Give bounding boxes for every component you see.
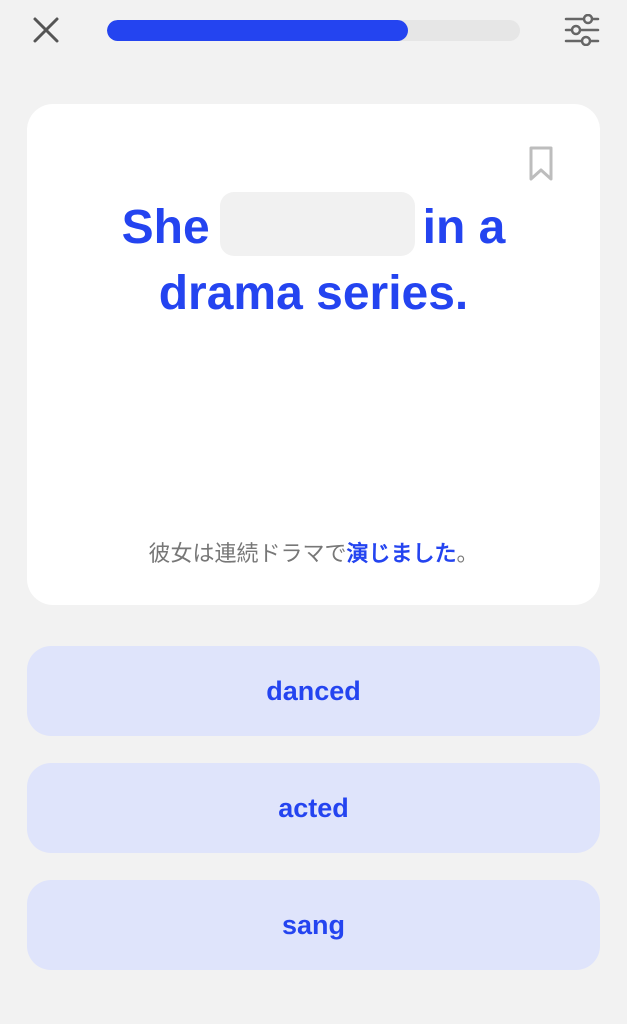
sentence: She in a drama series. <box>27 192 600 326</box>
answer-blank <box>219 192 415 257</box>
sliders-icon <box>564 14 600 46</box>
progress-fill <box>107 20 409 41</box>
sentence-start: She <box>121 201 210 254</box>
progress-bar <box>107 20 520 41</box>
option-label: acted <box>278 792 349 823</box>
translation-suffix: 。 <box>456 542 479 567</box>
close-button[interactable] <box>26 10 66 50</box>
option-label: danced <box>266 675 361 706</box>
sentence-end: drama series. <box>158 267 469 321</box>
translation-highlight: 演じました <box>346 542 457 567</box>
bookmark-outline-icon <box>529 146 553 181</box>
translation-prefix: 彼女は連続ドラマで <box>148 542 347 567</box>
question-card: She in a drama series. 彼女は連続ドラマで演じました。 <box>27 104 600 605</box>
close-x-icon <box>33 17 59 43</box>
sentence-middle: in a <box>422 201 506 254</box>
quiz-screen: She in a drama series. 彼女は連続ドラマで演じました。 da… <box>0 0 627 1024</box>
bookmark-button[interactable] <box>526 146 556 186</box>
option-sang-button[interactable]: sang <box>27 880 600 970</box>
translation: 彼女は連続ドラマで演じました。 <box>27 536 600 568</box>
option-danced-button[interactable]: danced <box>27 646 600 736</box>
option-label: sang <box>281 909 346 940</box>
settings-button[interactable] <box>560 10 604 50</box>
option-acted-button[interactable]: acted <box>27 763 600 853</box>
